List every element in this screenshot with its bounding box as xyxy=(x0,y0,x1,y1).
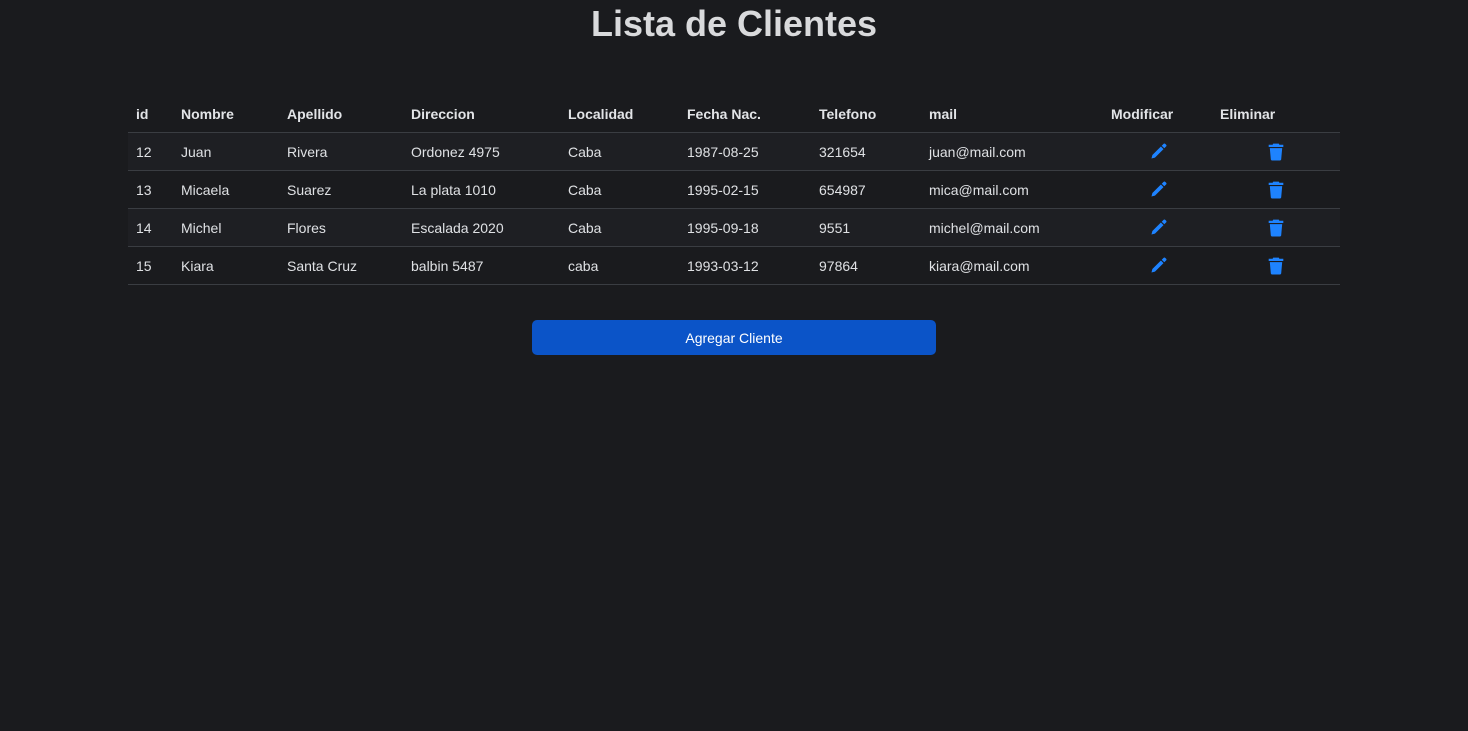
cell-eliminar xyxy=(1212,208,1340,247)
cell-apellido: Rivera xyxy=(279,132,403,171)
cell-eliminar xyxy=(1212,170,1340,209)
cell-localidad: Caba xyxy=(560,208,679,247)
header-id: id xyxy=(128,95,173,133)
cell-fecha-nac: 1993-03-12 xyxy=(679,246,811,285)
cell-apellido: Suarez xyxy=(279,170,403,209)
header-nombre: Nombre xyxy=(173,95,279,133)
cell-eliminar xyxy=(1212,246,1340,285)
table-header-row: id Nombre Apellido Direccion Localidad F… xyxy=(128,95,1340,133)
cell-telefono: 321654 xyxy=(811,132,921,171)
header-direccion: Direccion xyxy=(403,95,560,133)
cell-fecha-nac: 1995-09-18 xyxy=(679,208,811,247)
header-modificar: Modificar xyxy=(1103,95,1212,133)
cell-id: 12 xyxy=(128,132,173,171)
pencil-icon[interactable] xyxy=(1149,219,1167,237)
pencil-icon[interactable] xyxy=(1149,257,1167,275)
cell-nombre: Juan xyxy=(173,132,279,171)
cell-nombre: Michel xyxy=(173,208,279,247)
cell-fecha-nac: 1995-02-15 xyxy=(679,170,811,209)
cell-telefono: 654987 xyxy=(811,170,921,209)
cell-localidad: Caba xyxy=(560,132,679,171)
cell-direccion: La plata 1010 xyxy=(403,170,560,209)
cell-nombre: Micaela xyxy=(173,170,279,209)
cell-mail: kiara@mail.com xyxy=(921,246,1103,285)
table-row: 13 Micaela Suarez La plata 1010 Caba 199… xyxy=(128,170,1340,209)
trash-icon[interactable] xyxy=(1267,219,1285,237)
header-fecha-nac: Fecha Nac. xyxy=(679,95,811,133)
cell-fecha-nac: 1987-08-25 xyxy=(679,132,811,171)
header-telefono: Telefono xyxy=(811,95,921,133)
header-mail: mail xyxy=(921,95,1103,133)
cell-direccion: Ordonez 4975 xyxy=(403,132,560,171)
cell-mail: michel@mail.com xyxy=(921,208,1103,247)
cell-modificar xyxy=(1103,208,1212,247)
cell-modificar xyxy=(1103,246,1212,285)
table-row: 12 Juan Rivera Ordonez 4975 Caba 1987-08… xyxy=(128,132,1340,171)
cell-id: 15 xyxy=(128,246,173,285)
add-client-button[interactable]: Agregar Cliente xyxy=(532,320,936,355)
header-apellido: Apellido xyxy=(279,95,403,133)
page-title: Lista de Clientes xyxy=(590,3,878,44)
cell-telefono: 97864 xyxy=(811,246,921,285)
cell-localidad: Caba xyxy=(560,170,679,209)
cell-apellido: Flores xyxy=(279,208,403,247)
cell-modificar xyxy=(1103,170,1212,209)
pencil-icon[interactable] xyxy=(1149,143,1167,161)
clients-table: id Nombre Apellido Direccion Localidad F… xyxy=(128,95,1340,285)
cell-mail: mica@mail.com xyxy=(921,170,1103,209)
table-row: 14 Michel Flores Escalada 2020 Caba 1995… xyxy=(128,208,1340,247)
header-localidad: Localidad xyxy=(560,95,679,133)
cell-telefono: 9551 xyxy=(811,208,921,247)
trash-icon[interactable] xyxy=(1267,181,1285,199)
header-eliminar: Eliminar xyxy=(1212,95,1340,133)
cell-apellido: Santa Cruz xyxy=(279,246,403,285)
table-row: 15 Kiara Santa Cruz balbin 5487 caba 199… xyxy=(128,246,1340,285)
cell-id: 13 xyxy=(128,170,173,209)
cell-mail: juan@mail.com xyxy=(921,132,1103,171)
cell-modificar xyxy=(1103,132,1212,171)
cell-id: 14 xyxy=(128,208,173,247)
cell-nombre: Kiara xyxy=(173,246,279,285)
cell-eliminar xyxy=(1212,132,1340,171)
trash-icon[interactable] xyxy=(1267,257,1285,275)
cell-localidad: caba xyxy=(560,246,679,285)
cell-direccion: Escalada 2020 xyxy=(403,208,560,247)
pencil-icon[interactable] xyxy=(1149,181,1167,199)
cell-direccion: balbin 5487 xyxy=(403,246,560,285)
trash-icon[interactable] xyxy=(1267,143,1285,161)
